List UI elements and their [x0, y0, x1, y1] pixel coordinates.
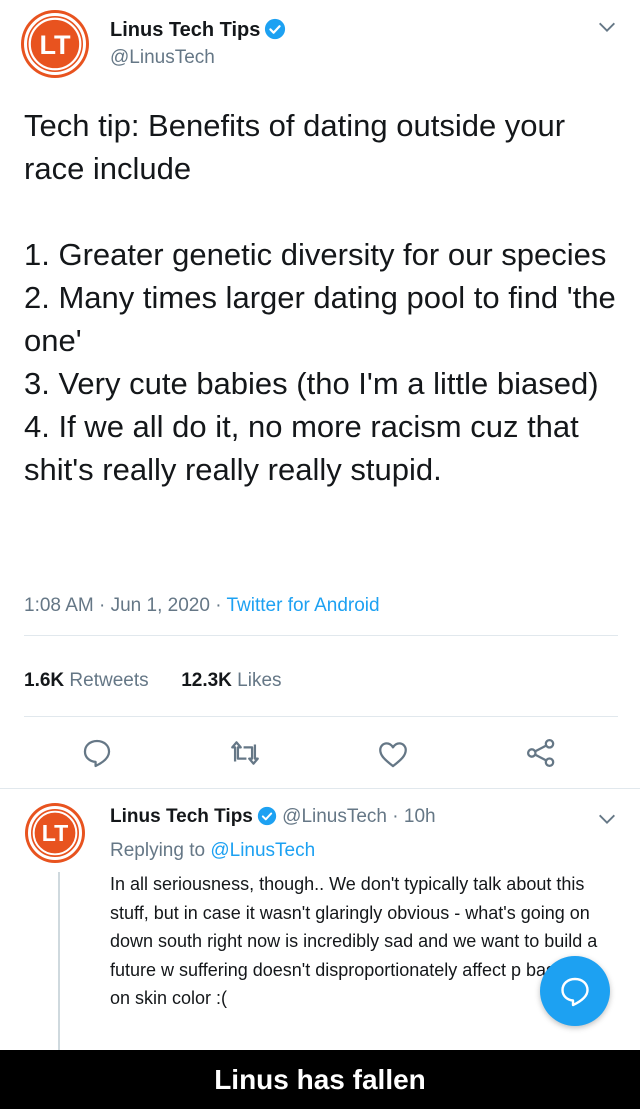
reply-age: 10h — [403, 806, 436, 827]
ltt-logo-icon: LT — [32, 810, 78, 856]
tweet-date: Jun 1, 2020 — [110, 595, 210, 616]
reply-author-handle[interactable]: @LinusTech — [282, 806, 387, 827]
author-header[interactable]: Linus Tech Tips — [110, 18, 286, 42]
divider — [0, 788, 640, 789]
tweet-time: 1:08 AM — [24, 595, 94, 616]
retweets-stat[interactable]: 1.6K Retweets — [24, 670, 149, 691]
reply-header[interactable]: Linus Tech Tips @LinusTech · 10h — [110, 806, 436, 828]
divider — [24, 635, 618, 636]
tweet-stats: 1.6K Retweets 12.3K Likes — [24, 670, 282, 692]
like-icon[interactable] — [376, 737, 410, 771]
verified-badge-icon — [257, 806, 277, 826]
meta-separator: · — [392, 806, 404, 827]
share-icon[interactable] — [524, 736, 558, 770]
divider — [24, 716, 618, 717]
caption-bar: Linus has fallen — [0, 1050, 640, 1109]
reply-text: In all seriousness, though.. We don't ty… — [110, 874, 598, 1009]
likes-count: 12.3K — [181, 670, 232, 691]
likes-label: Likes — [237, 670, 282, 691]
author-avatar[interactable]: LT — [24, 13, 86, 75]
replying-to: Replying to @LinusTech — [110, 840, 315, 862]
chevron-down-icon[interactable] — [596, 16, 618, 38]
author-handle[interactable]: @LinusTech — [110, 47, 215, 69]
ltt-logo-icon: LT — [28, 17, 82, 71]
author-name[interactable]: Linus Tech Tips — [110, 19, 260, 41]
tweet-source-link[interactable]: Twitter for Android — [226, 595, 379, 616]
tweet-meta: 1:08 AM · Jun 1, 2020 · Twitter for Andr… — [24, 595, 380, 617]
svg-text:LT: LT — [42, 820, 69, 846]
meta-separator: · — [215, 595, 227, 616]
thread-line — [58, 872, 60, 1050]
svg-text:LT: LT — [39, 29, 71, 60]
retweets-label: Retweets — [69, 670, 149, 691]
meta-separator: · — [99, 595, 111, 616]
reply-icon[interactable] — [80, 736, 114, 770]
replying-to-handle-link[interactable]: @LinusTech — [210, 840, 315, 861]
replying-to-label: Replying to — [110, 840, 206, 861]
tweet-text: Tech tip: Benefits of dating outside you… — [24, 108, 616, 487]
compose-reply-button[interactable] — [540, 956, 610, 1026]
reply-author-avatar[interactable]: LT — [28, 806, 82, 860]
likes-stat[interactable]: 12.3K Likes — [181, 670, 281, 691]
retweet-icon[interactable] — [228, 736, 262, 770]
compose-reply-icon — [561, 977, 589, 1007]
chevron-down-icon[interactable] — [596, 808, 618, 830]
verified-badge-icon — [265, 18, 286, 40]
meme-caption: Linus has fallen — [214, 1064, 426, 1095]
reply-author-name[interactable]: Linus Tech Tips — [110, 806, 253, 827]
retweets-count: 1.6K — [24, 670, 65, 691]
